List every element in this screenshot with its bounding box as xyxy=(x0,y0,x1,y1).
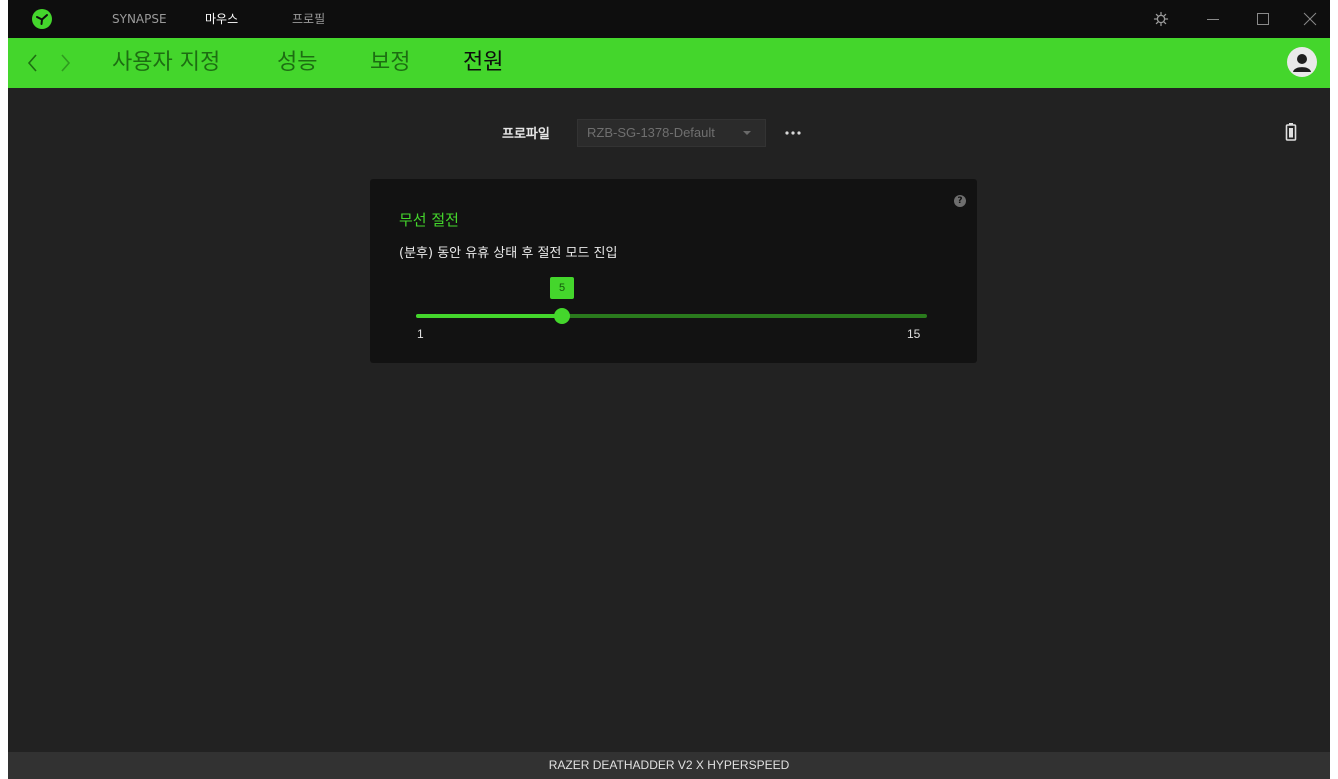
wireless-power-saving-card: ? 무선 절전 (분후) 동안 유휴 상태 후 절전 모드 진입 5 1 15 xyxy=(370,179,977,363)
nav-mouse[interactable]: 마우스 xyxy=(205,0,238,38)
user-icon xyxy=(1293,54,1311,72)
tab-customize[interactable]: 사용자 지정 xyxy=(112,38,220,88)
forward-arrow-icon[interactable] xyxy=(58,52,72,74)
user-avatar[interactable] xyxy=(1287,47,1317,77)
tab-power[interactable]: 전원 xyxy=(463,38,503,88)
settings-icon[interactable] xyxy=(1151,9,1171,29)
slider-thumb[interactable] xyxy=(554,308,570,324)
nav-profiles[interactable]: 프로필 xyxy=(292,0,325,38)
slider-value-bubble: 5 xyxy=(550,277,574,299)
slider-max-label: 15 xyxy=(907,327,921,341)
card-description: (분후) 동안 유휴 상태 후 절전 모드 진입 xyxy=(399,246,618,261)
nav-synapse[interactable]: SYNAPSE xyxy=(112,0,167,38)
chevron-down-icon xyxy=(743,131,751,135)
sleep-timeout-slider[interactable]: 5 xyxy=(416,277,927,324)
help-icon[interactable]: ? xyxy=(954,195,966,207)
back-arrow-icon[interactable] xyxy=(26,52,40,74)
tab-calibration[interactable]: 보정 xyxy=(370,38,410,88)
profile-dropdown[interactable]: RZB-SG-1378-Default xyxy=(577,119,766,147)
battery-icon xyxy=(1285,123,1297,141)
maximize-icon[interactable] xyxy=(1253,9,1273,29)
profile-dropdown-value: RZB-SG-1378-Default xyxy=(587,125,715,140)
razer-logo-icon xyxy=(32,9,52,29)
synapse-window: SYNAPSE 마우스 프로필 사용자 지정 성능 보정 전원 프로파일 RZB… xyxy=(8,0,1330,779)
sub-nav-bar: 사용자 지정 성능 보정 전원 xyxy=(8,38,1330,88)
slider-fill xyxy=(416,314,562,318)
close-icon[interactable] xyxy=(1300,9,1320,29)
device-name-footer: RAZER DEATHADDER V2 X HYPERSPEED xyxy=(8,752,1330,779)
title-bar: SYNAPSE 마우스 프로필 xyxy=(8,0,1330,38)
slider-min-label: 1 xyxy=(417,327,424,341)
more-options-icon[interactable] xyxy=(783,121,803,145)
profile-label: 프로파일 xyxy=(502,127,550,142)
card-title: 무선 절전 xyxy=(399,211,459,229)
minimize-icon[interactable] xyxy=(1203,9,1223,29)
tab-performance[interactable]: 성능 xyxy=(277,38,317,88)
